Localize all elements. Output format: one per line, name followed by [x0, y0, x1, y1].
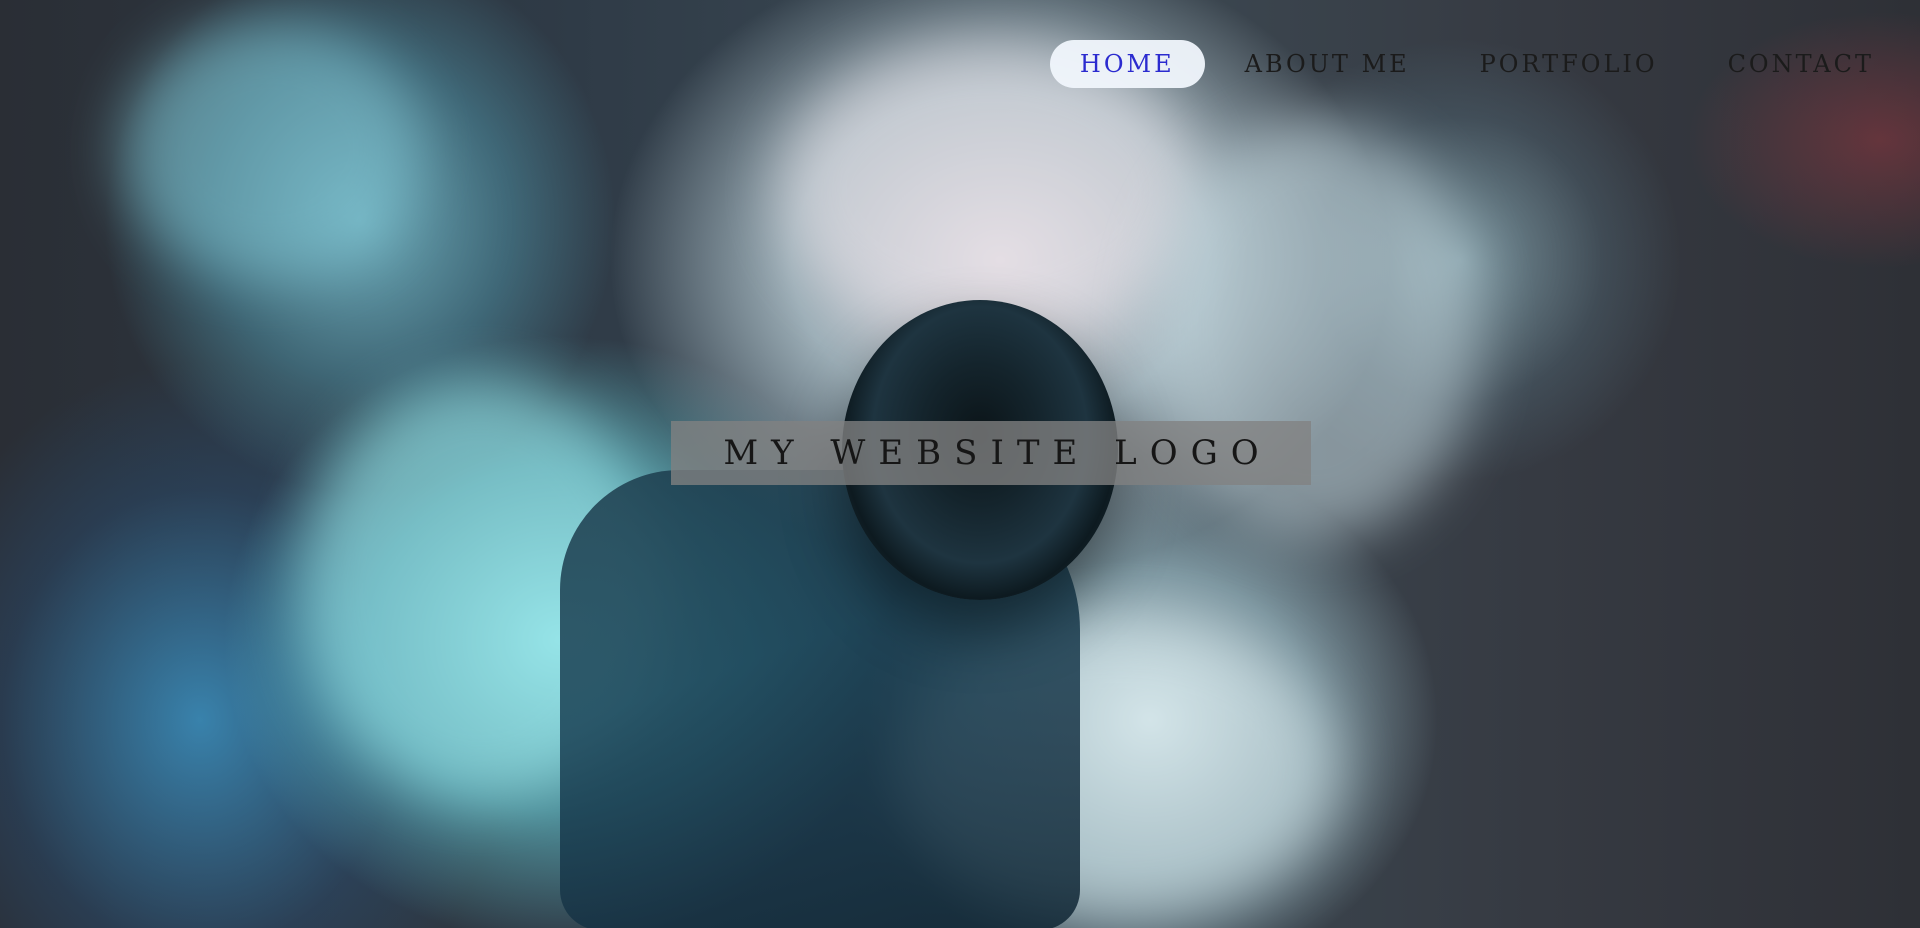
- site-logo-text: MY WEBSITE LOGO: [723, 433, 1272, 473]
- nav-home-link[interactable]: HOME: [1049, 40, 1205, 88]
- main-navigation: HOME ABOUT ME PORTFOLIO CONTACT: [1040, 39, 1920, 89]
- smoke-puff: [120, 20, 420, 280]
- nav-about-me-link[interactable]: ABOUT ME: [1215, 40, 1440, 88]
- nav-contact-link[interactable]: CONTACT: [1698, 40, 1920, 88]
- nav-portfolio-link[interactable]: PORTFOLIO: [1450, 40, 1688, 88]
- hero-background: HOME ABOUT ME PORTFOLIO CONTACT MY WEBSI…: [0, 0, 1920, 928]
- site-logo-box: MY WEBSITE LOGO: [671, 421, 1311, 485]
